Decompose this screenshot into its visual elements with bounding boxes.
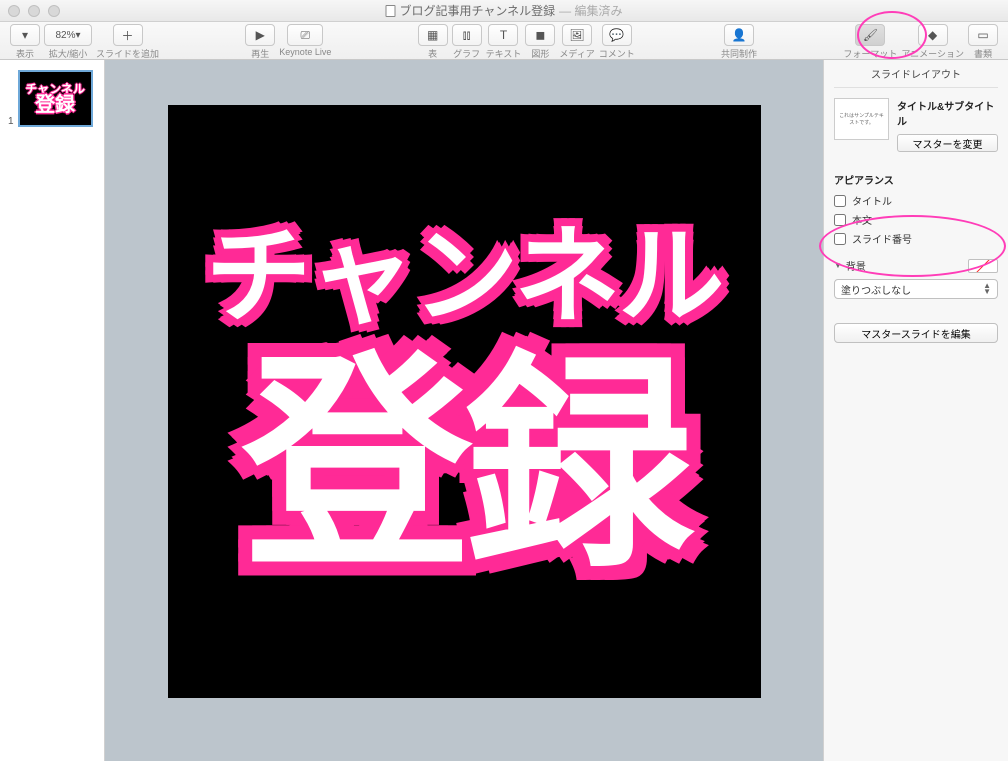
titlebar: ブログ記事用チャンネル登録 — 編集済み [0, 0, 1008, 22]
body-checkbox[interactable] [834, 214, 846, 226]
shape-button[interactable]: ◼ [525, 24, 555, 46]
change-master-button[interactable]: マスターを変更 [897, 134, 998, 152]
text-button[interactable]: T [488, 24, 518, 46]
slidenum-checkbox-row[interactable]: スライド番号 [834, 231, 998, 246]
view-menu-button[interactable]: ▾ [10, 24, 40, 46]
animation-button[interactable]: ◆ [918, 24, 948, 46]
background-color-swatch[interactable] [968, 259, 998, 273]
toolbar: ▾ 表示 82% ▾ 拡大/縮小 ＋ スライドを追加 ▶ 再生 ⎚ Keynot… [0, 22, 1008, 60]
minimize-window-icon[interactable] [28, 5, 40, 17]
fill-type-select[interactable]: 塗りつぶしなし ▲▼ [834, 279, 998, 299]
master-thumbnail[interactable]: これはサンプルテキストです。 [834, 98, 889, 140]
slide-text-line1[interactable]: チャンネル [206, 222, 723, 333]
disclosure-triangle-icon[interactable]: ▼ [834, 261, 842, 270]
play-button[interactable]: ▶ [245, 24, 275, 46]
slidenum-checkbox-label: スライド番号 [852, 231, 912, 246]
document-button[interactable]: ▭ [968, 24, 998, 46]
format-inspector: スライドレイアウト これはサンプルテキストです。 タイトル&サブタイトル マスタ… [823, 60, 1008, 761]
slide-number: 1 [8, 116, 14, 127]
title-checkbox[interactable] [834, 195, 846, 207]
keynote-live-label: Keynote Live [279, 47, 331, 57]
fill-type-value: 塗りつぶしなし [841, 282, 911, 297]
comment-button[interactable]: 💬 [602, 24, 632, 46]
slide-thumb-row[interactable]: 1 チャンネル 登録 [8, 70, 96, 127]
chart-label: グラフ [453, 47, 480, 60]
slide-canvas[interactable]: チャンネル 登録 [168, 105, 761, 698]
document-label: 書類 [974, 47, 992, 60]
title-checkbox-label: タイトル [852, 193, 892, 208]
document-icon [386, 5, 396, 17]
background-disclosure-row[interactable]: ▼ 背景 [834, 258, 998, 273]
body-checkbox-row[interactable]: 本文 [834, 212, 998, 227]
main-area: 1 チャンネル 登録 チャンネル 登録 スライドレイアウト これはサンプルテキス… [0, 60, 1008, 761]
window-title: ブログ記事用チャンネル登録 — 編集済み [386, 2, 623, 19]
close-window-icon[interactable] [8, 5, 20, 17]
thumb-line1: チャンネル [25, 83, 85, 95]
thumb-line2: 登録 [35, 95, 75, 115]
slidenum-checkbox[interactable] [834, 233, 846, 245]
collab-button[interactable]: 👤 [724, 24, 754, 46]
edit-master-slide-button[interactable]: マスタースライドを編集 [834, 323, 998, 343]
slide-thumbnail-1[interactable]: チャンネル 登録 [18, 70, 93, 127]
view-label: 表示 [16, 47, 34, 60]
window-title-text: ブログ記事用チャンネル登録 [400, 2, 556, 19]
media-button[interactable]: 🖼 [562, 24, 592, 46]
layout-preview-row: これはサンプルテキストです。 タイトル&サブタイトル マスターを変更 [834, 88, 998, 162]
title-checkbox-row[interactable]: タイトル [834, 193, 998, 208]
layout-title: タイトル&サブタイトル [897, 98, 998, 128]
table-button[interactable]: ▦ [418, 24, 448, 46]
comment-label: コメント [599, 47, 635, 60]
body-checkbox-label: 本文 [852, 212, 872, 227]
play-label: 再生 [251, 47, 269, 60]
appearance-section-label: アピアランス [834, 172, 998, 187]
keynote-live-button[interactable]: ⎚ [287, 24, 323, 46]
zoom-select[interactable]: 82% ▾ [44, 24, 92, 46]
shape-label: 図形 [531, 47, 549, 60]
collab-label: 共同制作 [721, 47, 757, 60]
slide-navigator[interactable]: 1 チャンネル 登録 [0, 60, 105, 761]
chart-button[interactable]: ⫾⫾ [452, 24, 482, 46]
add-slide-button[interactable]: ＋ [113, 24, 143, 46]
window-controls [8, 5, 60, 17]
fullscreen-window-icon[interactable] [48, 5, 60, 17]
canvas-area[interactable]: チャンネル 登録 [105, 60, 823, 761]
text-label: テキスト [486, 47, 522, 60]
add-slide-label: スライドを追加 [96, 47, 159, 60]
media-label: メディア [559, 47, 594, 60]
format-button[interactable]: 🖌 [855, 24, 885, 46]
zoom-label: 拡大/縮小 [49, 47, 88, 60]
format-label: フォーマット [843, 47, 897, 60]
master-thumb-text: これはサンプルテキストです。 [837, 112, 886, 126]
inspector-header: スライドレイアウト [834, 66, 998, 88]
slide-text-line2[interactable]: 登録 [242, 351, 686, 581]
edited-indicator: — 編集済み [559, 2, 622, 19]
animation-label: アニメーション [901, 47, 964, 60]
stepper-arrows-icon: ▲▼ [983, 283, 991, 294]
table-label: 表 [428, 47, 437, 60]
background-label: 背景 [846, 258, 866, 273]
